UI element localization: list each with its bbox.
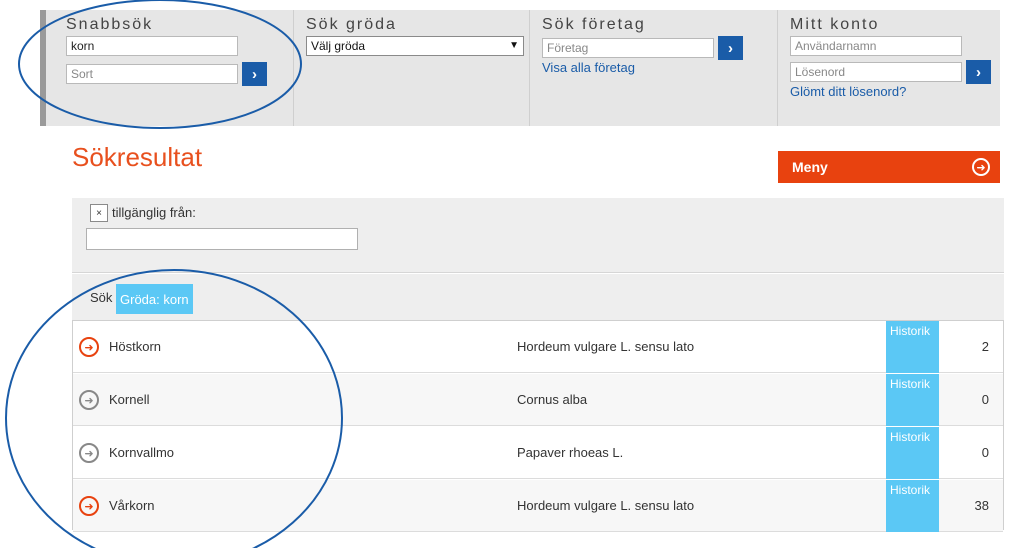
search-label: Sök (90, 290, 113, 305)
filter-panel: × tillgänglig från: (72, 198, 1004, 273)
menu-button[interactable]: Meny ➜ (778, 151, 1000, 183)
available-from-input[interactable] (86, 228, 358, 250)
crop-filter-tag[interactable]: Gröda: korn (116, 284, 193, 314)
history-button[interactable]: Historik (886, 374, 939, 426)
quick-search-input[interactable]: korn (66, 36, 238, 56)
page-title: Sökresultat (72, 142, 203, 172)
crop-select-value: Välj gröda (311, 39, 366, 53)
sort-input[interactable]: Sort (66, 64, 238, 84)
list-item[interactable]: ➜ Höstkorn Hordeum vulgare L. sensu lato… (73, 321, 1003, 373)
count: 38 (974, 498, 989, 513)
forgot-password-link[interactable]: Glömt ditt lösenord? (790, 84, 1000, 99)
chevron-right-icon: › (976, 63, 981, 81)
arrow-right-circle-icon[interactable]: ➜ (79, 390, 99, 410)
crop-name[interactable]: Vårkorn (109, 498, 155, 513)
list-item[interactable]: ➜ Vårkorn Hordeum vulgare L. sensu lato … (73, 480, 1003, 532)
arrow-right-circle-icon[interactable]: ➜ (79, 443, 99, 463)
quick-search-panel: Snabbsök korn Sort › (44, 10, 294, 126)
scientific-name: Papaver rhoeas L. (517, 445, 624, 460)
scientific-name: Cornus alba (517, 392, 588, 407)
chevron-right-icon: › (728, 39, 733, 57)
history-button[interactable]: Historik (886, 480, 939, 532)
crop-name[interactable]: Kornvallmo (109, 445, 174, 460)
site-header: Snabbsök korn Sort › Sök gröda Välj gröd… (40, 10, 1000, 126)
arrow-right-circle-icon: ➜ (972, 158, 990, 176)
crop-search-panel: Sök gröda Välj gröda ▼ (294, 10, 530, 126)
company-search-title: Sök företag (542, 16, 646, 33)
arrow-right-circle-icon[interactable]: ➜ (79, 337, 99, 357)
arrow-right-circle-icon[interactable]: ➜ (79, 496, 99, 516)
crop-name[interactable]: Kornell (109, 392, 149, 407)
chevron-right-icon: › (252, 65, 257, 83)
scientific-name: Hordeum vulgare L. sensu lato (517, 498, 695, 513)
crop-name[interactable]: Höstkorn (109, 339, 161, 354)
chevron-down-icon: ▼ (509, 40, 519, 51)
quick-search-go-button[interactable]: › (242, 62, 267, 86)
login-go-button[interactable]: › (966, 60, 991, 84)
results-list: ➜ Höstkorn Hordeum vulgare L. sensu lato… (72, 320, 1004, 532)
company-search-go-button[interactable]: › (718, 36, 743, 60)
count: 0 (981, 445, 989, 460)
show-all-companies-link[interactable]: Visa alla företag (542, 60, 777, 75)
count: 2 (981, 339, 989, 354)
history-button[interactable]: Historik (886, 427, 939, 479)
company-search-panel: Sök företag Företag › Visa alla företag (530, 10, 778, 126)
search-criteria-bar: Sök Gröda: korn (72, 274, 1004, 320)
company-input[interactable]: Företag (542, 38, 714, 58)
clear-filter-button[interactable]: × (90, 204, 108, 222)
crop-search-title: Sök gröda (306, 16, 397, 33)
account-panel: Mitt konto Användarnamn Lösenord › Glömt… (778, 10, 1000, 126)
password-input[interactable]: Lösenord (790, 62, 962, 82)
filter-label: tillgänglig från: (112, 205, 196, 220)
menu-label: Meny (792, 159, 828, 175)
account-title: Mitt konto (790, 16, 880, 33)
list-item[interactable]: ➜ Kornvallmo Papaver rhoeas L. Historik … (73, 427, 1003, 479)
history-button[interactable]: Historik (886, 321, 939, 373)
crop-select[interactable]: Välj gröda ▼ (306, 36, 524, 56)
quick-search-title: Snabbsök (66, 16, 154, 33)
list-item[interactable]: ➜ Kornell Cornus alba Historik 0 (73, 374, 1003, 426)
username-input[interactable]: Användarnamn (790, 36, 962, 56)
count: 0 (981, 392, 989, 407)
scientific-name: Hordeum vulgare L. sensu lato (517, 339, 695, 354)
